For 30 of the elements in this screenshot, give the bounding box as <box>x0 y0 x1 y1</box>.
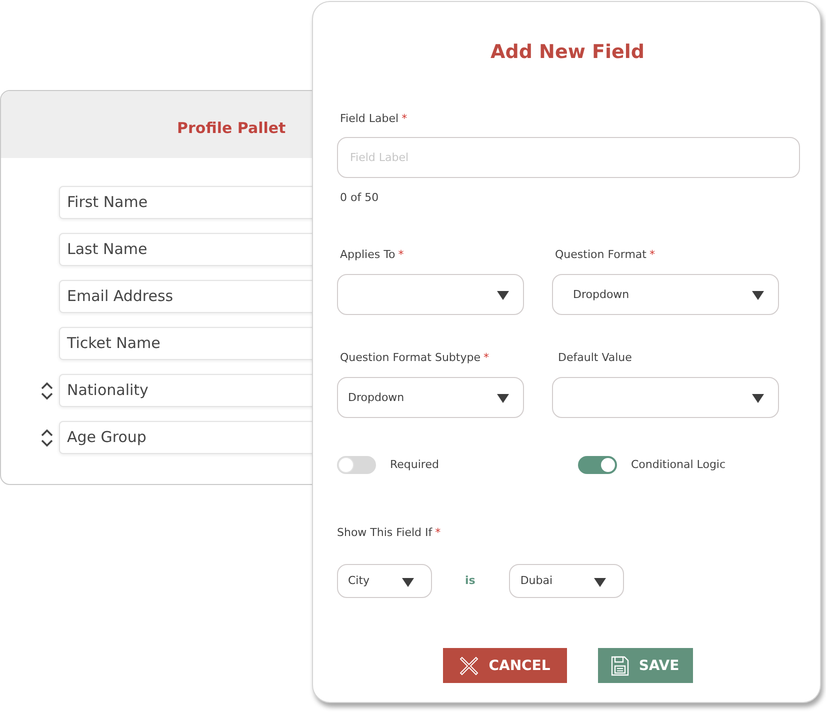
dropdown-select[interactable]: City <box>337 564 432 598</box>
caret-icon <box>402 578 414 586</box>
dialog-title: Add New Field <box>490 40 644 65</box>
field-label: Default Value <box>557 350 632 366</box>
dropdown-select[interactable] <box>552 377 779 418</box>
caret-icon <box>497 394 509 403</box>
caret-icon <box>752 394 764 403</box>
caret-icon <box>497 291 509 300</box>
close-icon <box>458 656 479 676</box>
character-counter: 0 of 50 <box>340 190 379 206</box>
toggle-switch[interactable] <box>578 456 617 474</box>
field-label: Question Format * <box>554 247 655 263</box>
field-label: Show This Field If * <box>337 525 441 541</box>
save-button[interactable]: SAVE <box>598 648 692 683</box>
dropdown-select[interactable]: Dropdown <box>337 377 524 418</box>
toggle-label: Required <box>390 457 439 473</box>
pallet-title: Profile Pallet <box>177 118 286 138</box>
toggle-label: Conditional Logic <box>631 457 726 473</box>
operator-text: is <box>465 573 476 589</box>
cancel-button[interactable]: CANCEL <box>442 648 566 683</box>
dropdown-select[interactable] <box>337 274 524 315</box>
field-label: Field Label * <box>339 111 408 127</box>
dropdown-select[interactable]: Dropdown <box>552 274 779 315</box>
text-input-field[interactable]: Field Label <box>337 137 800 178</box>
caret-icon <box>752 291 764 300</box>
field-label: Question Format Subtype * <box>339 350 489 366</box>
field-label: Applies To * <box>339 247 404 263</box>
caret-icon <box>594 578 606 586</box>
toggle-switch[interactable] <box>337 456 376 474</box>
dropdown-select[interactable]: Dubai <box>509 564 624 598</box>
